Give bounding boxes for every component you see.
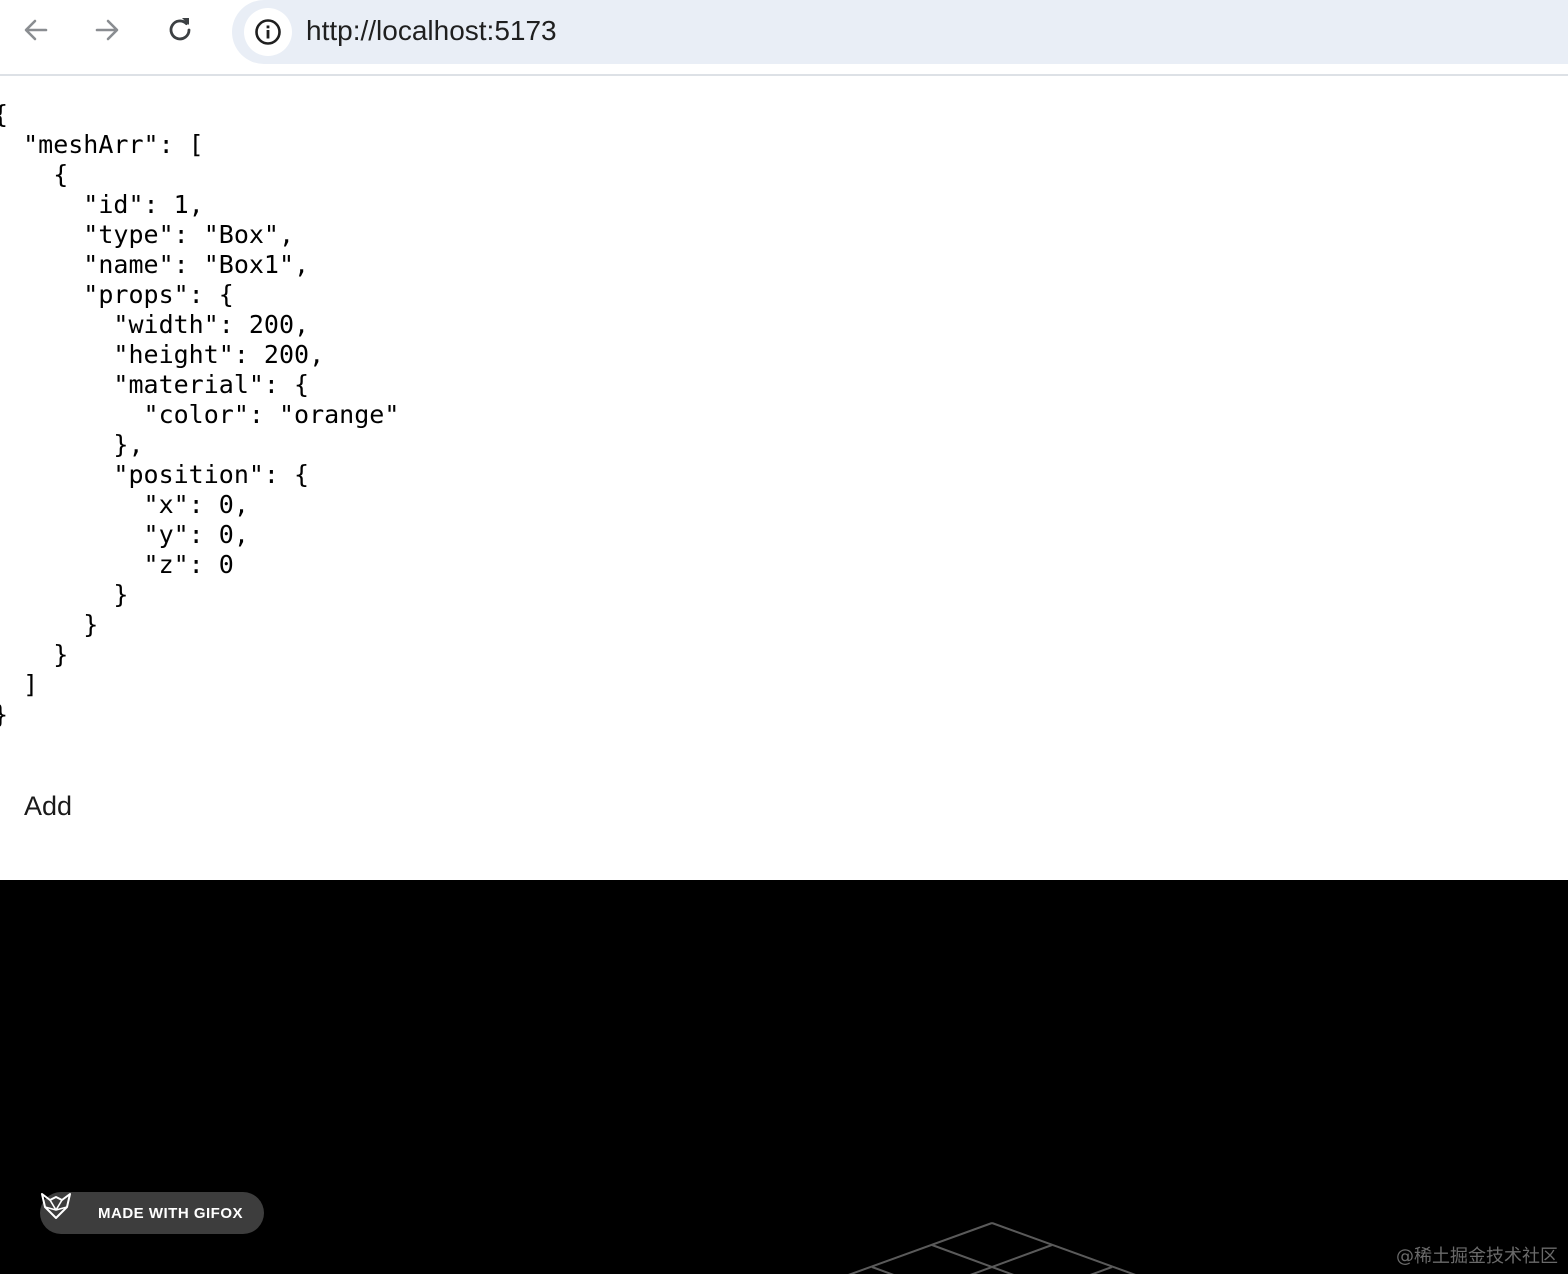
back-button[interactable] bbox=[16, 10, 56, 50]
site-info-button[interactable] bbox=[244, 8, 292, 56]
grid-line bbox=[970, 1244, 1053, 1274]
add-button[interactable]: Add bbox=[24, 789, 72, 823]
info-icon bbox=[255, 19, 281, 45]
fox-icon bbox=[41, 1193, 90, 1228]
arrow-left-icon bbox=[24, 19, 48, 41]
browser-toolbar: http://localhost:5173 bbox=[0, 0, 1568, 76]
json-output: { "meshArr": [ { "id": 1, "type": "Box",… bbox=[0, 100, 400, 729]
reload-icon bbox=[169, 18, 191, 41]
grid-line bbox=[848, 1222, 993, 1274]
watermark: @稀土掘金技术社区 bbox=[1396, 1246, 1558, 1267]
gifox-badge: MADE WITH GIFOX bbox=[40, 1192, 264, 1234]
arrow-right-icon bbox=[95, 19, 119, 41]
reload-button[interactable] bbox=[160, 10, 200, 50]
address-bar[interactable]: http://localhost:5173 bbox=[232, 0, 1568, 64]
url-text: http://localhost:5173 bbox=[306, 15, 557, 46]
grid-line bbox=[991, 1222, 1136, 1274]
three-canvas[interactable]: MADE WITH GIFOX @稀土掘金技术社区 bbox=[0, 880, 1568, 1274]
grid-line bbox=[931, 1244, 1014, 1274]
forward-button[interactable] bbox=[87, 10, 127, 50]
gifox-label: MADE WITH GIFOX bbox=[98, 1204, 243, 1222]
